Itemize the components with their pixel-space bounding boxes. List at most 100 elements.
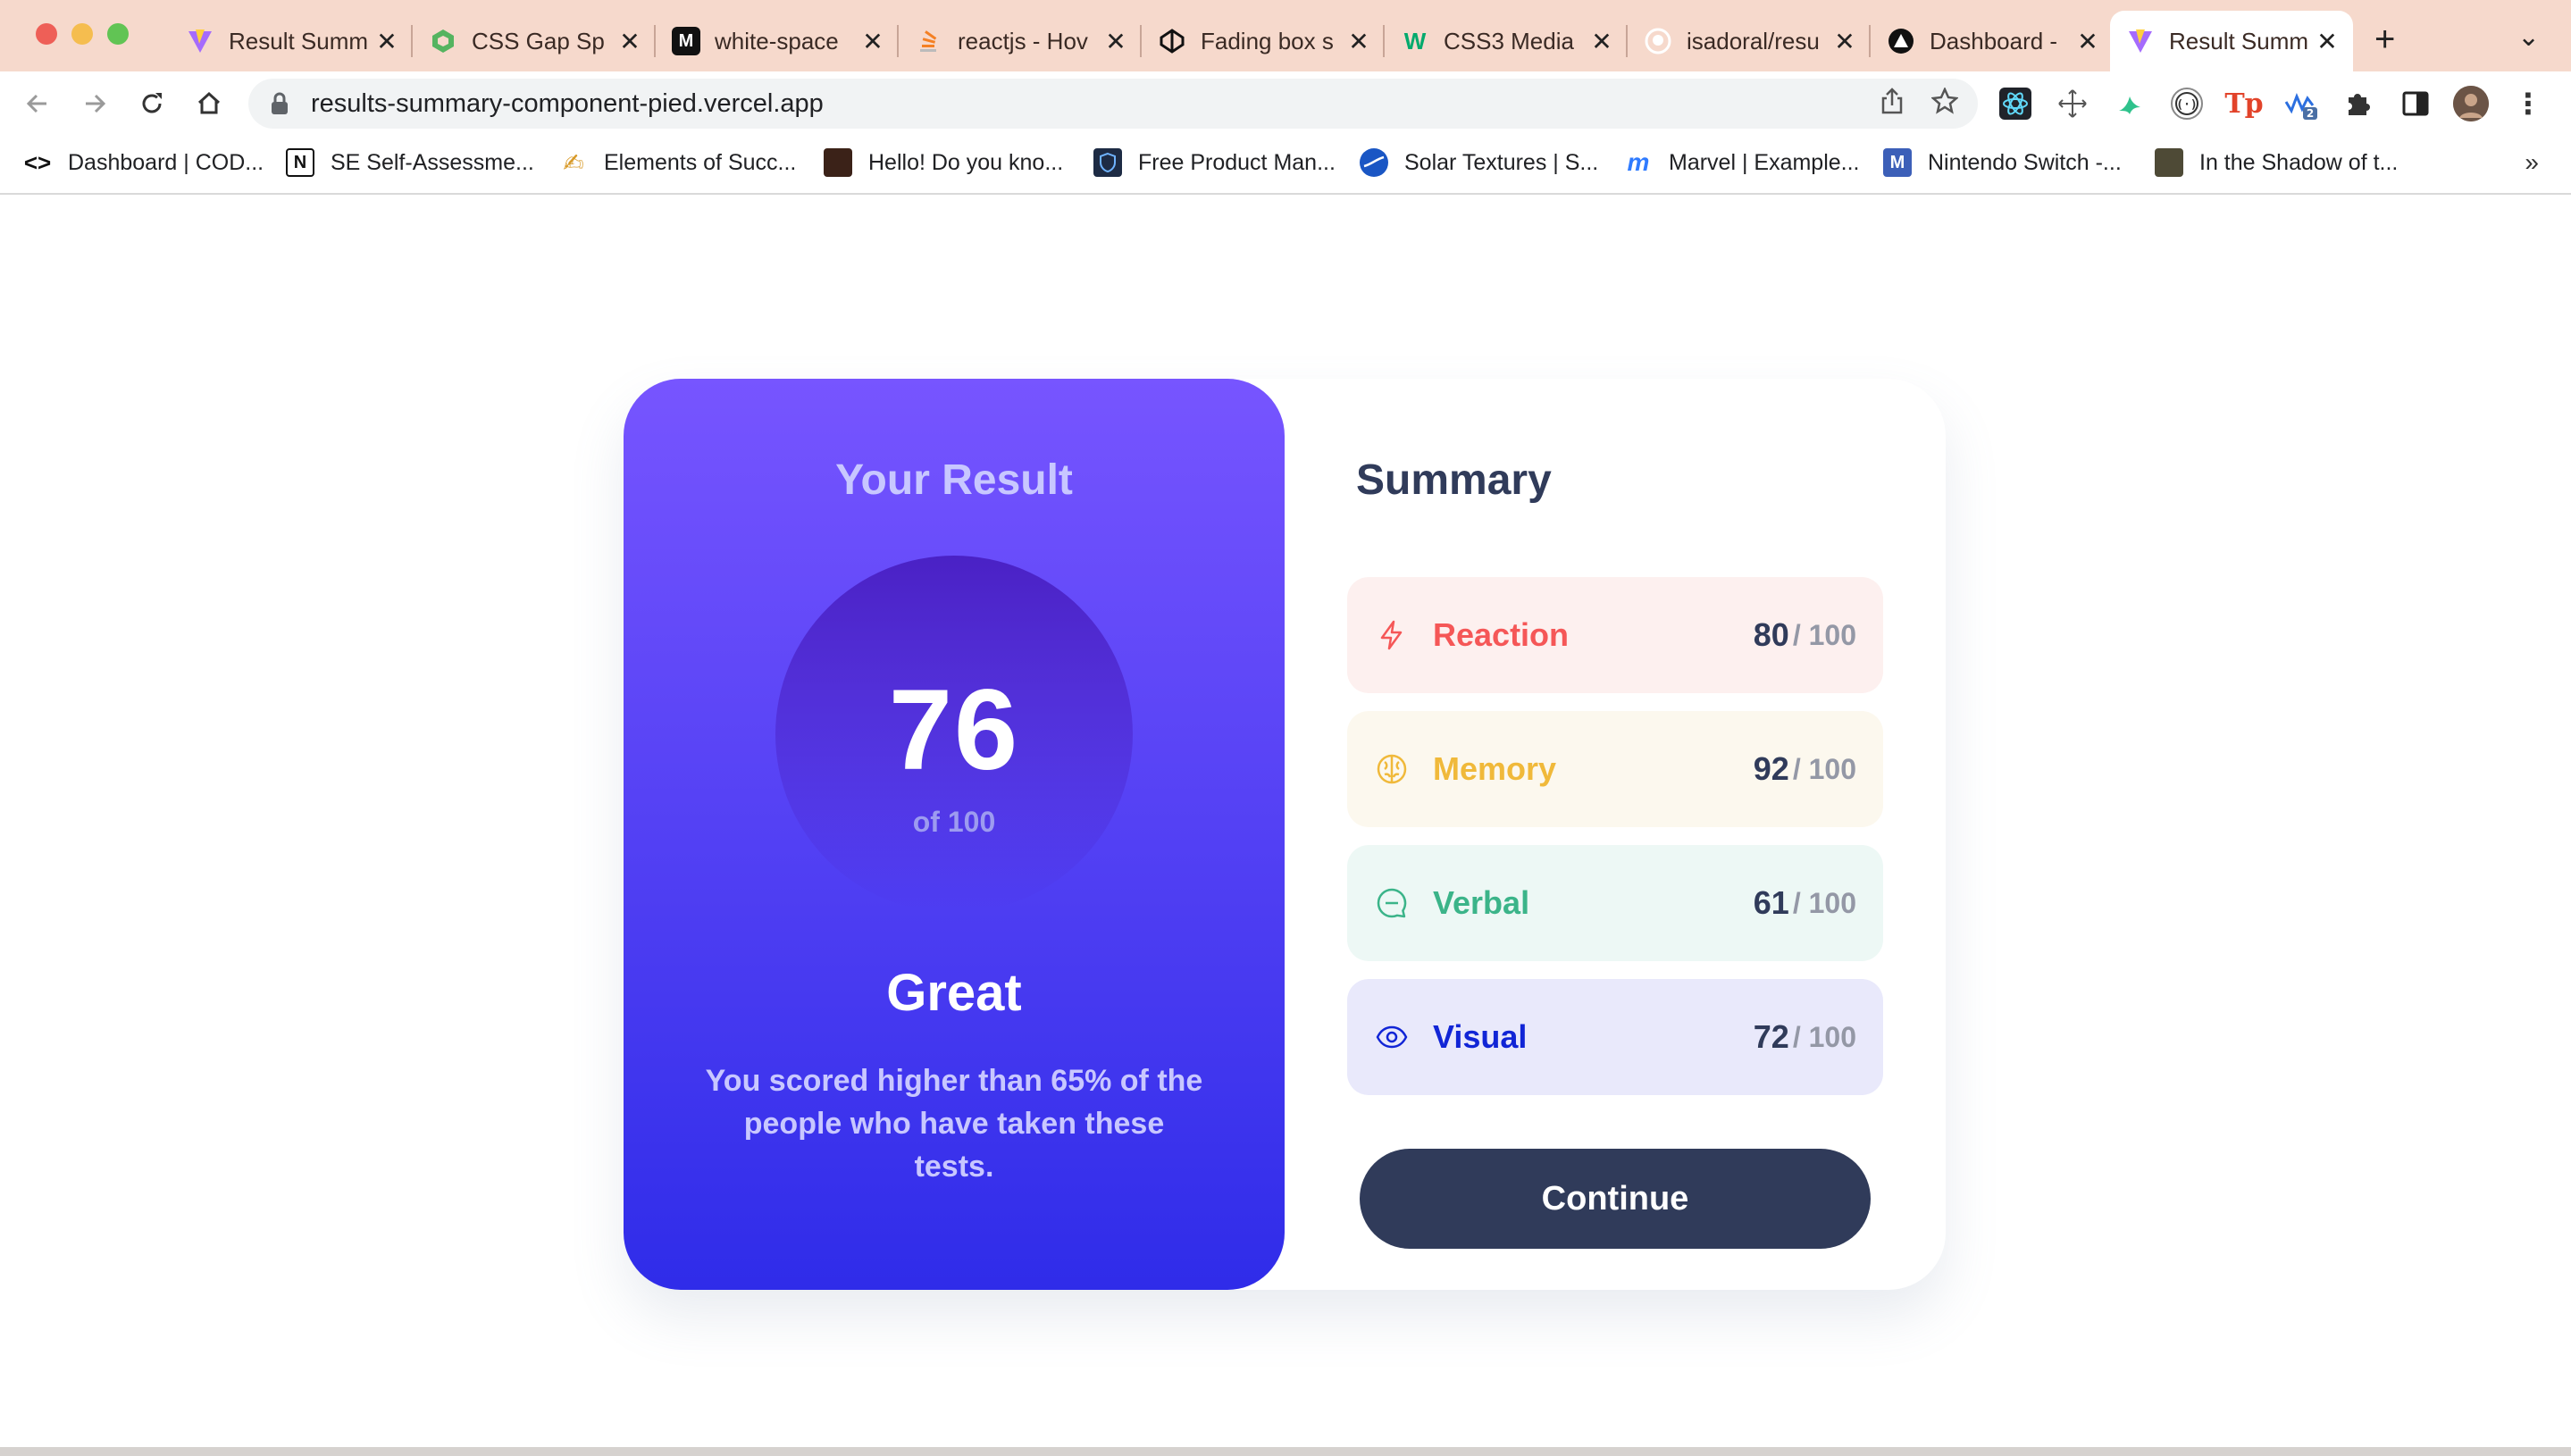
close-icon[interactable]: ✕ — [2076, 27, 2099, 56]
tab-title: isadoral/resu — [1687, 27, 1820, 54]
side-panel-icon[interactable] — [2398, 86, 2433, 121]
wave-icon[interactable]: 2 — [2283, 86, 2319, 121]
close-icon[interactable]: ✕ — [861, 27, 884, 56]
category-max: / 100 — [1792, 886, 1856, 919]
chat-icon — [1374, 885, 1410, 921]
back-button[interactable] — [16, 82, 59, 125]
react-devtools-icon[interactable] — [1997, 86, 2033, 121]
bookmark-item[interactable]: <> Dashboard | COD... — [23, 146, 264, 179]
result-grade: Great — [886, 964, 1022, 1022]
tab-result-summary-active[interactable]: Result Summ ✕ — [2110, 11, 2353, 71]
score-total: of 100 — [912, 806, 996, 838]
bookmarks-overflow-button[interactable]: » — [2525, 148, 2539, 177]
new-tab-button[interactable]: + — [2374, 20, 2395, 60]
tab-css-gap[interactable]: CSS Gap Sp ✕ — [413, 11, 656, 71]
tab-title: white-space — [715, 27, 839, 54]
window-bottom-edge — [0, 1447, 2571, 1456]
url-text: results-summary-component-pied.vercel.ap… — [311, 88, 824, 118]
summary-title: Summary — [1356, 456, 1552, 504]
category-score: 80 — [1753, 616, 1789, 653]
bookmark-label: Dashboard | COD... — [68, 149, 264, 175]
forward-button[interactable] — [73, 82, 116, 125]
lock-icon — [272, 92, 288, 114]
close-icon[interactable]: ✕ — [1347, 27, 1370, 56]
category-label: Visual — [1433, 1018, 1528, 1055]
home-icon — [197, 91, 221, 114]
move-icon[interactable] — [2055, 86, 2090, 121]
planet-icon — [1360, 148, 1388, 177]
browser-toolbar: results-summary-component-pied.vercel.ap… — [0, 71, 2571, 136]
close-icon[interactable]: ✕ — [618, 27, 641, 56]
code-circle-icon[interactable]: (·) — [2169, 86, 2205, 121]
photo-icon — [2155, 148, 2183, 177]
share-icon[interactable] — [1880, 88, 1905, 121]
tab-css3-media[interactable]: W CSS3 Media ✕ — [1385, 11, 1628, 71]
tab-title: Fading box s — [1201, 27, 1334, 54]
close-window-button[interactable] — [36, 23, 57, 45]
triangle-icon — [1887, 27, 1915, 55]
code-icon: <> — [23, 148, 52, 176]
bird-icon[interactable] — [2112, 86, 2148, 121]
score-value: 76 — [888, 666, 1020, 794]
tab-strip: Result Summ ✕ CSS Gap Sp ✕ M white-space… — [0, 0, 2571, 71]
tab-title: CSS Gap Sp — [472, 27, 605, 54]
category-label: Reaction — [1433, 616, 1570, 653]
bookmark-item[interactable]: ✍ Elements of Succ... — [559, 146, 796, 179]
stackoverflow-icon — [915, 27, 943, 55]
category-score: 61 — [1753, 884, 1789, 921]
close-icon[interactable]: ✕ — [2316, 27, 2339, 56]
tp-icon[interactable]: Tp — [2224, 86, 2263, 121]
zoom-window-button[interactable] — [107, 23, 129, 45]
tab-title: CSS3 Media — [1444, 27, 1574, 54]
avatar[interactable] — [2453, 86, 2489, 121]
more-menu-icon[interactable]: ⋮ — [2510, 86, 2546, 121]
svg-text:(·): (·) — [2176, 98, 2197, 112]
bookmark-item[interactable]: Solar Textures | S... — [1360, 146, 1598, 179]
w3schools-icon: W — [1403, 27, 1427, 54]
close-icon[interactable]: ✕ — [1833, 27, 1856, 56]
minimize-window-button[interactable] — [71, 23, 93, 45]
m-icon: M — [1883, 148, 1912, 177]
category-reaction: Reaction 80 / 100 — [1347, 577, 1883, 693]
bookmark-label: SE Self-Assessme... — [331, 149, 534, 175]
bookmark-item[interactable]: Hello! Do you kno... — [824, 146, 1063, 179]
reload-button[interactable] — [130, 82, 173, 125]
bookmark-label: Nintendo Switch -... — [1928, 149, 2122, 175]
tab-dashboard[interactable]: Dashboard - ✕ — [1871, 11, 2114, 71]
lightning-icon — [1374, 617, 1410, 653]
bookmark-star-icon[interactable] — [1930, 86, 1959, 121]
marvel-icon: m — [1627, 148, 1650, 176]
tab-fading-box[interactable]: Fading box s ✕ — [1142, 11, 1385, 71]
score-circle: 76 of 100 — [775, 556, 1133, 913]
bookmark-item[interactable]: M Nintendo Switch -... — [1883, 146, 2122, 179]
address-bar[interactable]: results-summary-component-pied.vercel.ap… — [248, 79, 1978, 129]
category-visual: Visual 72 / 100 — [1347, 979, 1883, 1095]
book-icon — [824, 148, 852, 177]
category-score: 92 — [1753, 750, 1789, 787]
chevron-down-icon[interactable]: ⌄ — [2517, 21, 2540, 53]
tab-github-repo[interactable]: isadoral/resu ✕ — [1628, 11, 1871, 71]
tab-white-space[interactable]: M white-space ✕ — [656, 11, 899, 71]
tab-reactjs-hover[interactable]: reactjs - Hov ✕ — [899, 11, 1142, 71]
category-label: Memory — [1433, 750, 1557, 787]
tab-result-summary-1[interactable]: Result Summ ✕ — [170, 11, 413, 71]
tab-title: Dashboard - — [1930, 27, 2058, 54]
bookmark-item[interactable]: Free Product Man... — [1093, 146, 1336, 179]
bookmark-item[interactable]: In the Shadow of t... — [2155, 146, 2398, 179]
category-label: Verbal — [1433, 884, 1530, 921]
arrow-right-icon — [86, 94, 106, 113]
bookmark-label: Elements of Succ... — [604, 149, 797, 175]
pencil-icon: ✍ — [563, 148, 584, 177]
continue-button[interactable]: Continue — [1360, 1149, 1871, 1249]
puzzle-icon[interactable] — [2341, 86, 2376, 121]
close-icon[interactable]: ✕ — [375, 27, 398, 56]
bookmark-label: In the Shadow of t... — [2199, 149, 2399, 175]
close-icon[interactable]: ✕ — [1104, 27, 1127, 56]
bookmark-item[interactable]: m Marvel | Example... — [1624, 146, 1860, 179]
bookmark-item[interactable]: N SE Self-Assessme... — [286, 146, 534, 179]
close-icon[interactable]: ✕ — [1590, 27, 1613, 56]
tab-title: reactjs - Hov — [958, 27, 1088, 54]
github-icon — [1644, 27, 1672, 55]
browser-window: Result Summ ✕ CSS Gap Sp ✕ M white-space… — [0, 0, 2571, 1456]
home-button[interactable] — [188, 82, 230, 125]
